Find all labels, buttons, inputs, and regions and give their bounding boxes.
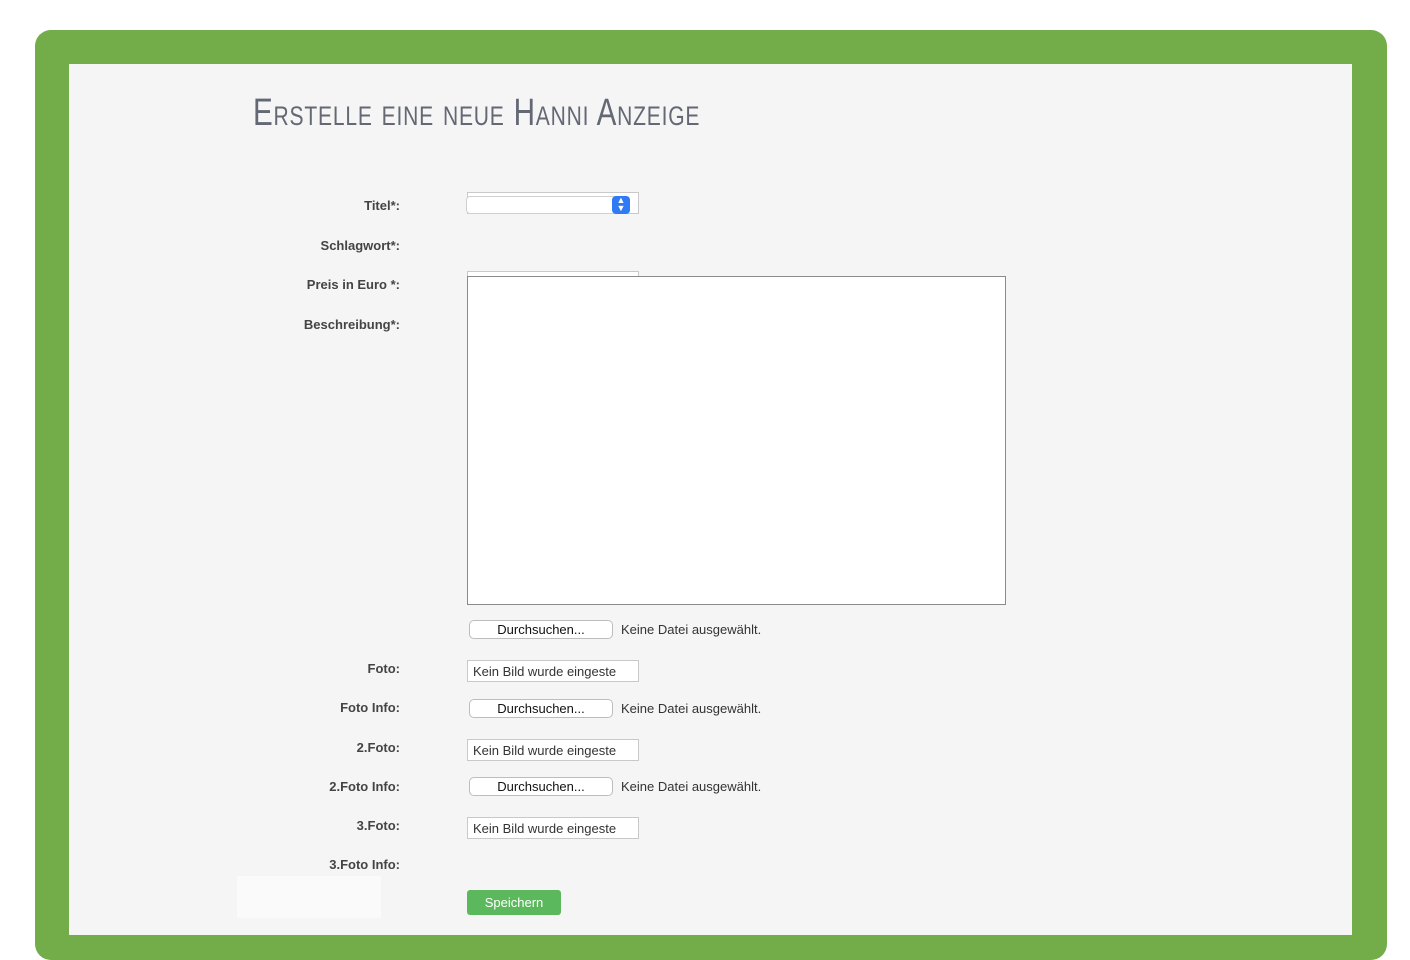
photo-1-info-label: Foto Info: bbox=[340, 700, 400, 715]
form-panel: Erstelle eine neue Hanni Anzeige Titel*:… bbox=[69, 64, 1352, 935]
chevron-up-down-icon[interactable]: ▲ ▼ bbox=[612, 196, 630, 214]
photo-2-info-input[interactable] bbox=[467, 739, 639, 761]
keyword-label: Schlagwort*: bbox=[320, 238, 400, 253]
description-label: Beschreibung*: bbox=[303, 317, 400, 332]
photo-1-browse-button[interactable]: Durchsuchen... bbox=[469, 620, 613, 639]
photo-1-info-input[interactable] bbox=[467, 660, 639, 682]
photo-3-info-input[interactable] bbox=[467, 817, 639, 839]
photo-1-label: Foto: bbox=[367, 661, 400, 676]
photo-2-file-status: Keine Datei ausgewählt. bbox=[621, 701, 762, 716]
photo-1-file-status: Keine Datei ausgewählt. bbox=[621, 622, 762, 637]
title-label: Titel*: bbox=[364, 198, 400, 213]
photo-3-info-label: 3.Foto Info: bbox=[329, 857, 400, 872]
keyword-select[interactable]: ▲ ▼ bbox=[466, 196, 630, 214]
save-button[interactable]: Speichern bbox=[467, 890, 561, 915]
page-title: Erstelle eine neue Hanni Anzeige bbox=[253, 92, 701, 134]
photo-2-label: 2.Foto: bbox=[356, 740, 400, 755]
price-label: Preis in Euro *: bbox=[306, 277, 400, 292]
photo-2-info-label: 2.Foto Info: bbox=[329, 779, 400, 794]
page-frame: Erstelle eine neue Hanni Anzeige Titel*:… bbox=[35, 30, 1387, 960]
blank-placeholder bbox=[237, 876, 381, 918]
photo-3-file-status: Keine Datei ausgewählt. bbox=[621, 779, 762, 794]
photo-3-browse-button[interactable]: Durchsuchen... bbox=[469, 777, 613, 796]
description-textarea[interactable] bbox=[467, 276, 1006, 605]
photo-3-label: 3.Foto: bbox=[356, 818, 400, 833]
photo-2-browse-button[interactable]: Durchsuchen... bbox=[469, 699, 613, 718]
